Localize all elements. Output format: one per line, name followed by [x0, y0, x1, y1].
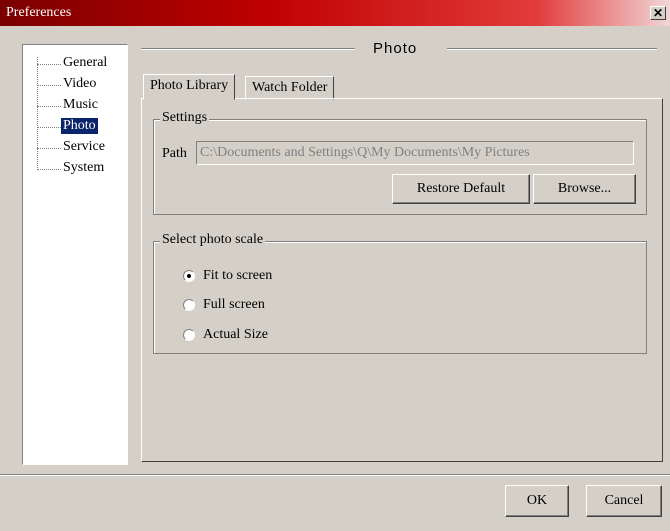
- tree-item-label: General: [63, 55, 108, 70]
- header-rule-right: [447, 48, 657, 50]
- tree-item-label: Music: [63, 97, 98, 112]
- path-field[interactable]: C:\Documents and Settings\Q\My Documents…: [196, 141, 634, 165]
- window-title: Preferences: [6, 5, 72, 20]
- radio-indicator: [183, 299, 195, 311]
- radio-label: Actual Size: [203, 327, 268, 342]
- path-label: Path: [162, 146, 187, 161]
- restore-default-button[interactable]: Restore Default: [392, 174, 530, 204]
- photo-scale-legend: Select photo scale: [160, 232, 266, 248]
- preferences-tree[interactable]: General Video Music Photo Service System: [22, 44, 128, 465]
- tree-item-label: Service: [63, 139, 105, 154]
- cancel-button[interactable]: Cancel: [586, 485, 662, 517]
- tree-connector-line: [37, 57, 38, 168]
- tab-label: Photo Library: [150, 78, 229, 93]
- browse-button[interactable]: Browse...: [533, 174, 636, 204]
- header-rule-left: [141, 48, 355, 50]
- radio-indicator: [183, 329, 195, 341]
- tab-watch-folder[interactable]: Watch Folder: [245, 76, 335, 100]
- title-bar: Preferences ✕: [0, 0, 670, 26]
- close-button[interactable]: ✕: [650, 6, 666, 20]
- close-icon: ✕: [652, 6, 664, 20]
- tree-item-label: System: [63, 160, 105, 175]
- tree-item-label: Video: [63, 76, 97, 91]
- tab-label: Watch Folder: [252, 80, 328, 95]
- radio-indicator: [183, 270, 195, 282]
- tab-photo-library[interactable]: Photo Library: [143, 74, 236, 100]
- ok-button[interactable]: OK: [505, 485, 569, 517]
- radio-label: Full screen: [203, 297, 265, 312]
- section-header: Photo: [141, 40, 657, 58]
- tree-item-label: Photo: [61, 118, 98, 134]
- settings-legend: Settings: [160, 110, 210, 126]
- footer-separator: [0, 474, 670, 476]
- radio-label: Fit to screen: [203, 268, 273, 283]
- section-title: Photo: [373, 40, 418, 57]
